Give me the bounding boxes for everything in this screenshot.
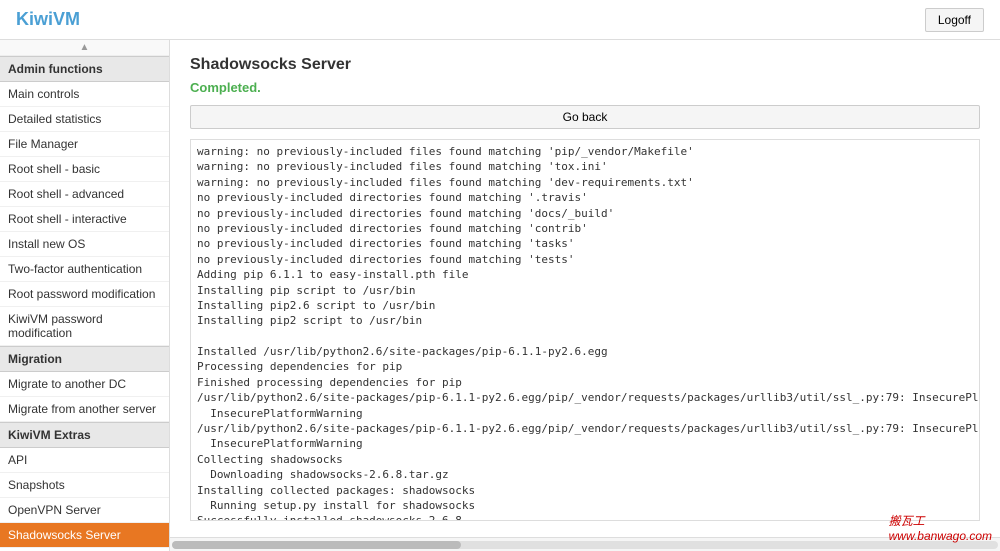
sidebar-scroll-up[interactable]: ▲ (0, 40, 169, 56)
terminal-line: InsecurePlatformWarning (197, 406, 973, 421)
sidebar: ▲ Admin functions Main controlsDetailed … (0, 40, 170, 551)
sidebar-item-install-new-os[interactable]: Install new OS (0, 232, 169, 257)
sidebar-item-kiwi-vm-password-modification[interactable]: KiwiVM password modification (0, 307, 169, 346)
sidebar-item-detailed-statistics[interactable]: Detailed statistics (0, 107, 169, 132)
sidebar-item-file-manager[interactable]: File Manager (0, 132, 169, 157)
terminal-line: Installing pip2.6 script to /usr/bin (197, 298, 973, 313)
migration-items: Migrate to another DCMigrate from anothe… (0, 372, 169, 422)
terminal-line: Installing pip2 script to /usr/bin (197, 313, 973, 328)
terminal-line (197, 329, 973, 344)
content-area: Shadowsocks Server Completed. Go back wa… (170, 40, 1000, 551)
logo: KiwiVM (16, 9, 80, 30)
main-layout: ▲ Admin functions Main controlsDetailed … (0, 40, 1000, 551)
terminal-line: Collecting shadowsocks (197, 452, 973, 467)
sidebar-item-openvpn-server[interactable]: OpenVPN Server (0, 498, 169, 523)
terminal-line: no previously-included directories found… (197, 236, 973, 251)
terminal-line: warning: no previously-included files fo… (197, 175, 973, 190)
migration-section-title: Migration (0, 346, 169, 372)
terminal-line: warning: no previously-included files fo… (197, 144, 973, 159)
status-badge: Completed. (190, 80, 980, 95)
terminal-line: warning: no previously-included files fo… (197, 159, 973, 174)
sidebar-item-migrate-to-dc[interactable]: Migrate to another DC (0, 372, 169, 397)
extras-items: APISnapshotsOpenVPN ServerShadowsocks Se… (0, 448, 169, 548)
terminal-line: Downloading shadowsocks-2.6.8.tar.gz (197, 467, 973, 482)
sidebar-item-root-shell-basic[interactable]: Root shell - basic (0, 157, 169, 182)
terminal-line: no previously-included directories found… (197, 252, 973, 267)
sidebar-item-shadowsocks-server[interactable]: Shadowsocks Server (0, 523, 169, 548)
terminal-output: warning: no previously-included files fo… (190, 139, 980, 521)
sidebar-item-main-controls[interactable]: Main controls (0, 82, 169, 107)
scrollbar-track (172, 541, 998, 549)
sidebar-item-api[interactable]: API (0, 448, 169, 473)
terminal-line: Installing pip script to /usr/bin (197, 283, 973, 298)
terminal-line: no previously-included directories found… (197, 221, 973, 236)
terminal-line: no previously-included directories found… (197, 206, 973, 221)
extras-section-title: KiwiVM Extras (0, 422, 169, 448)
terminal-line: /usr/lib/python2.6/site-packages/pip-6.1… (197, 421, 973, 436)
terminal-line: /usr/lib/python2.6/site-packages/pip-6.1… (197, 390, 973, 405)
terminal-line: Running setup.py install for shadowsocks (197, 498, 973, 513)
sidebar-item-root-shell-interactive[interactable]: Root shell - interactive (0, 207, 169, 232)
terminal-line: Adding pip 6.1.1 to easy-install.pth fil… (197, 267, 973, 282)
header: KiwiVM Logoff (0, 0, 1000, 40)
sidebar-item-root-password-modification[interactable]: Root password modification (0, 282, 169, 307)
terminal-line: Processing dependencies for pip (197, 359, 973, 374)
sidebar-item-migrate-from-server[interactable]: Migrate from another server (0, 397, 169, 422)
admin-section-title: Admin functions (0, 56, 169, 82)
terminal-line: InsecurePlatformWarning (197, 436, 973, 451)
terminal-line: Successfully installed shadowsocks-2.6.8 (197, 513, 973, 521)
sidebar-items: Main controlsDetailed statisticsFile Man… (0, 82, 169, 346)
sidebar-item-two-factor-auth[interactable]: Two-factor authentication (0, 257, 169, 282)
horizontal-scrollbar[interactable] (170, 537, 1000, 551)
go-back-button[interactable]: Go back (190, 105, 980, 129)
scrollbar-thumb[interactable] (172, 541, 461, 549)
logoff-button[interactable]: Logoff (925, 8, 984, 32)
terminal-line: Installed /usr/lib/python2.6/site-packag… (197, 344, 973, 359)
content-inner: Shadowsocks Server Completed. Go back wa… (170, 40, 1000, 537)
terminal-line: Finished processing dependencies for pip (197, 375, 973, 390)
terminal-line: Installing collected packages: shadowsoc… (197, 483, 973, 498)
sidebar-item-snapshots[interactable]: Snapshots (0, 473, 169, 498)
content-wrapper: Shadowsocks Server Completed. Go back wa… (170, 40, 1000, 551)
sidebar-item-root-shell-advanced[interactable]: Root shell - advanced (0, 182, 169, 207)
terminal-line: no previously-included directories found… (197, 190, 973, 205)
page-title: Shadowsocks Server (190, 56, 980, 74)
